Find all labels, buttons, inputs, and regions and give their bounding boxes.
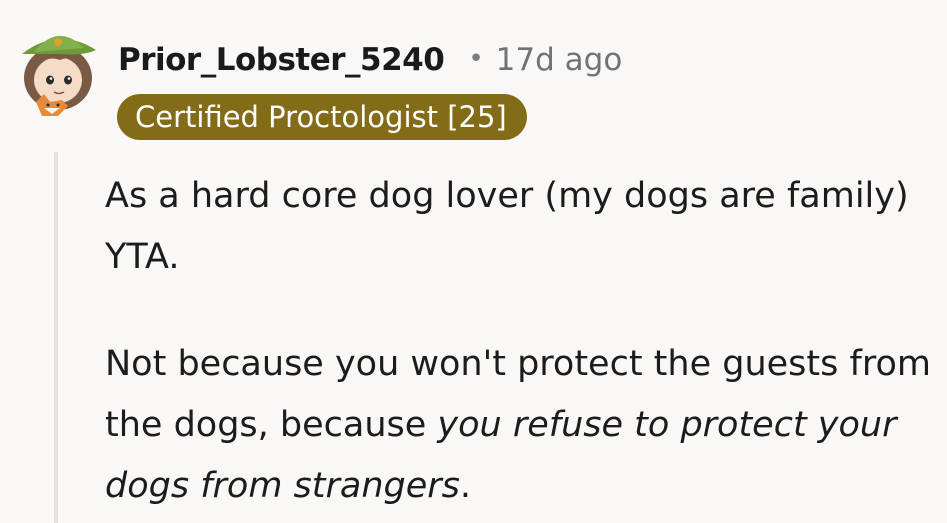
- separator-dot: •: [468, 44, 484, 74]
- thread-collapse-line[interactable]: [54, 152, 58, 523]
- timestamp[interactable]: 17d ago: [496, 42, 623, 78]
- comment-header: Prior_Lobster_5240 • 17d ago: [118, 42, 622, 86]
- comment-paragraph: Not because you won't protect the guests…: [105, 334, 935, 517]
- comment-text: .: [459, 466, 472, 506]
- comment-paragraph: As a hard core dog lover (my dogs are fa…: [105, 176, 909, 277]
- user-flair-badge: Certified Proctologist [25]: [117, 94, 527, 140]
- username-link[interactable]: Prior_Lobster_5240: [118, 42, 445, 78]
- avatar[interactable]: [14, 20, 104, 120]
- user-avatar-icon: [22, 35, 96, 116]
- comment-body: As a hard core dog lover (my dogs are fa…: [105, 166, 935, 517]
